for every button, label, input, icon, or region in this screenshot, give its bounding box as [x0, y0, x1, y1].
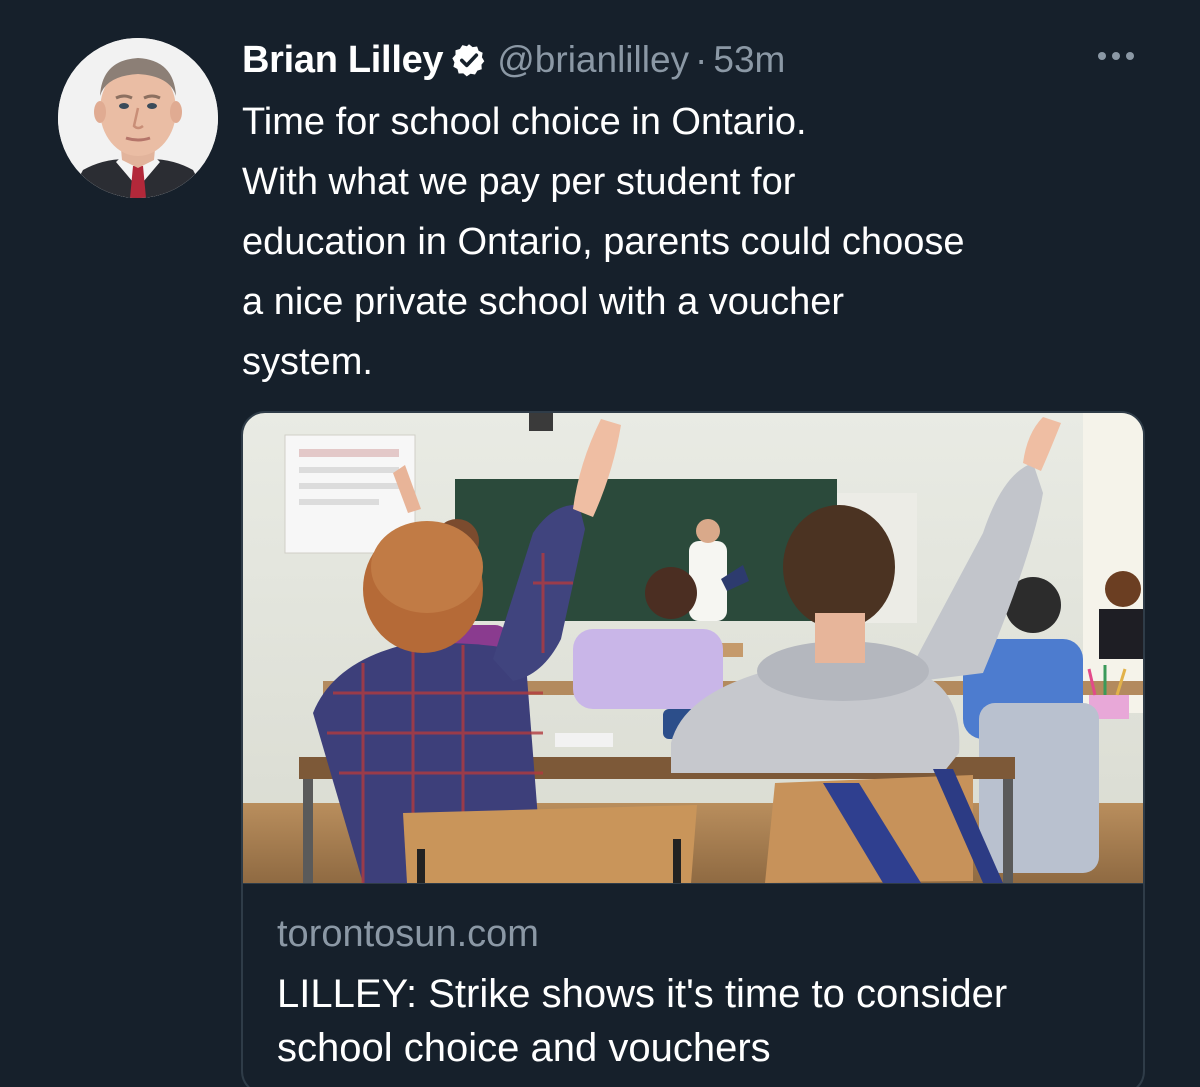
author-handle[interactable]: @brianlilley [497, 39, 689, 81]
tweet-header: Brian Lilley @brianlilley · 53m [242, 34, 785, 86]
avatar[interactable] [58, 38, 218, 198]
tweet-timestamp[interactable]: 53m [713, 39, 785, 81]
tweet[interactable]: Brian Lilley @brianlilley · 53m Time for… [0, 0, 1200, 1087]
classroom-photo-icon [243, 413, 1143, 884]
author-name[interactable]: Brian Lilley [242, 39, 444, 82]
link-card-domain: torontosun.com [277, 913, 539, 955]
more-options-icon[interactable] [1094, 44, 1138, 68]
profile-photo-icon [58, 38, 218, 198]
header-separator: · [695, 39, 708, 80]
tweet-text: Time for school choice in Ontario. With … [242, 101, 965, 383]
link-card-title: LILLEY: Strike shows it's time to consid… [277, 972, 1008, 1070]
verified-badge-icon [451, 42, 487, 78]
link-card[interactable]: torontosun.com LILLEY: Strike shows it's… [241, 411, 1145, 1087]
